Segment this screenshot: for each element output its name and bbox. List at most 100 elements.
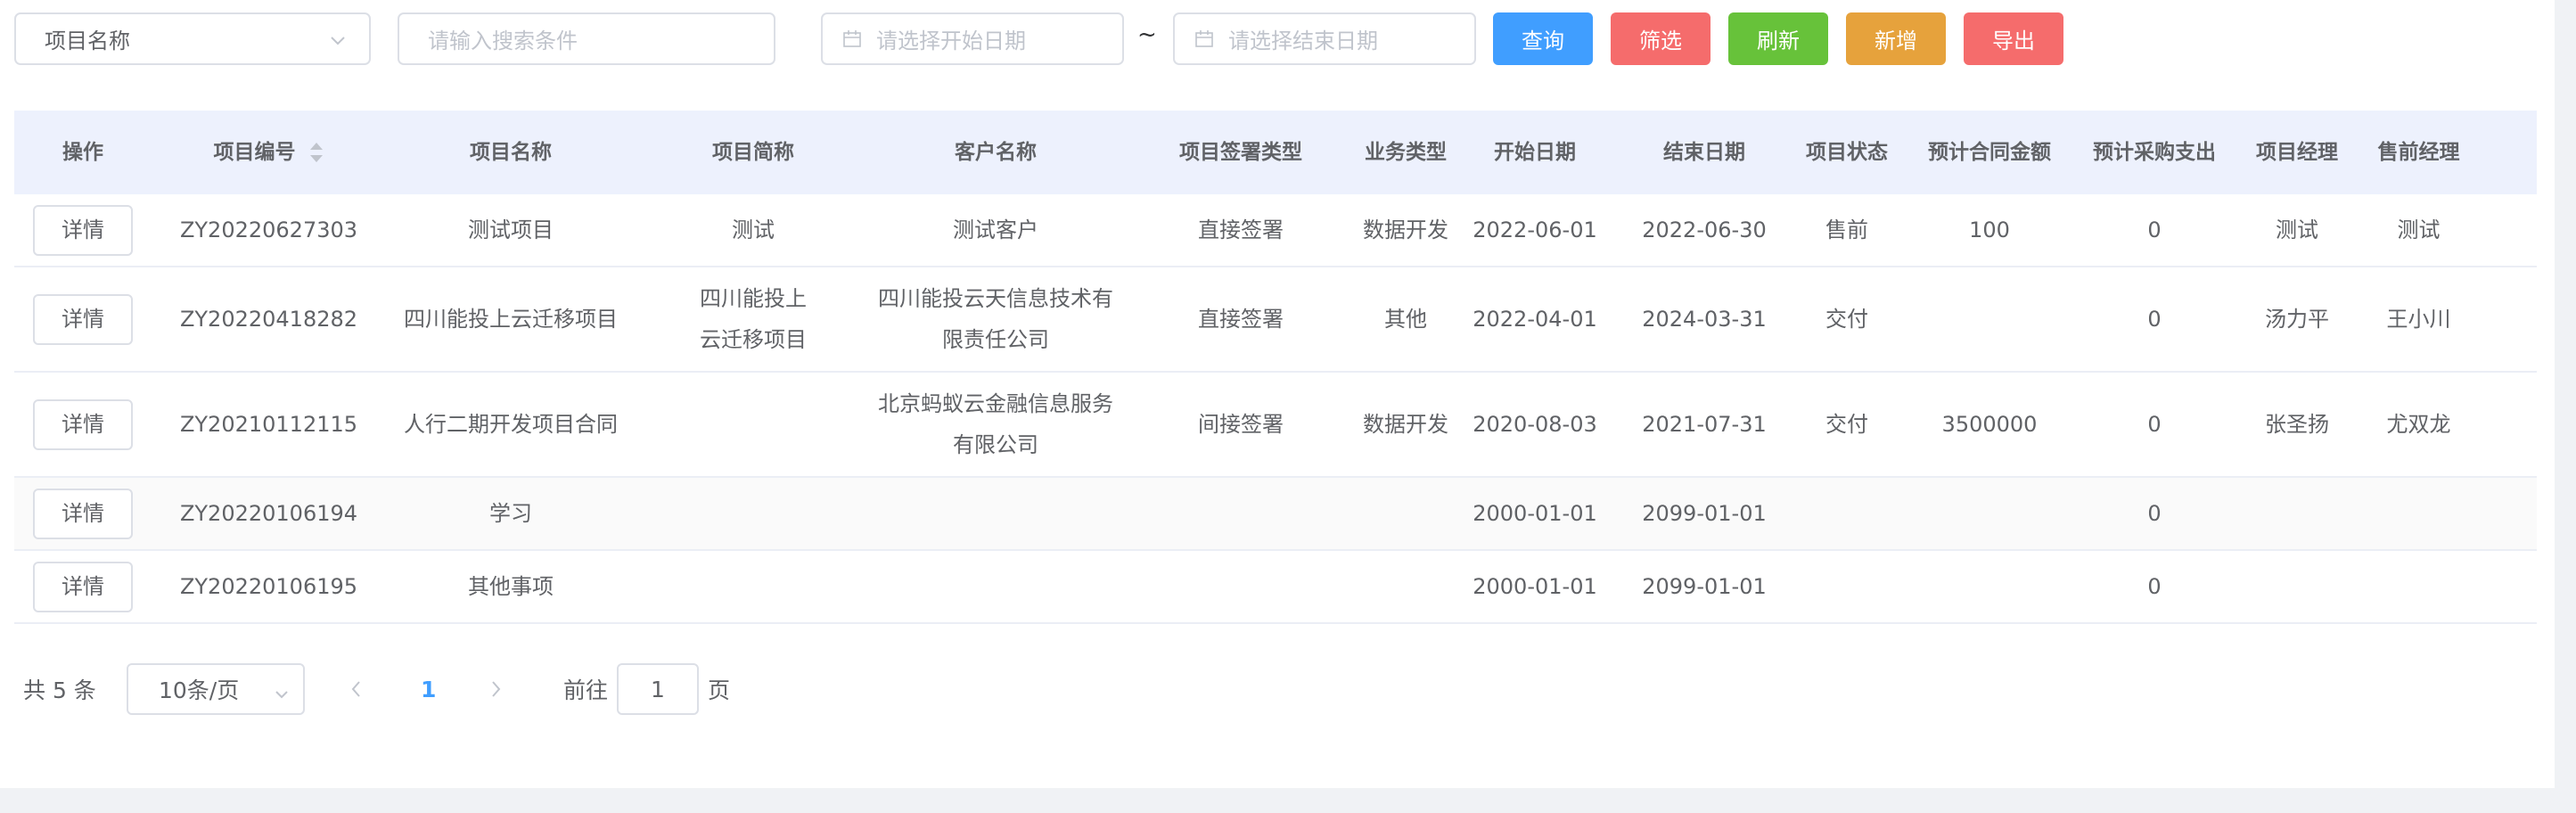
project-list-page: 项目名称 请输入搜索条件 请选择开始日期 ~ 请选择结束日期 查询 筛选 刷新 … xyxy=(0,0,2576,813)
refresh-button[interactable]: 刷新 xyxy=(1728,12,1828,65)
pagination-total: 共 5 条 xyxy=(23,678,96,703)
cell-project-manager: 张圣扬 xyxy=(2265,412,2329,437)
cell-customer: 北京蚂蚁云金融信息服务有限公司 xyxy=(878,391,1113,457)
end-date-picker[interactable]: 请选择结束日期 xyxy=(1173,12,1476,65)
cell-purchase: 0 xyxy=(2147,307,2162,332)
cell-name: 测试项目 xyxy=(468,218,554,242)
cell-biz-type: 数据开发 xyxy=(1363,218,1448,242)
table-row: 详情 ZY20220106195 其他事项 2000-01-01 2099-01… xyxy=(14,551,2537,624)
cell-purchase: 0 xyxy=(2147,412,2162,437)
detail-button[interactable]: 详情 xyxy=(33,398,133,450)
header-purchase: 预计采购支出 xyxy=(2093,141,2216,164)
cell-start-date: 2022-04-01 xyxy=(1473,307,1597,332)
cell-end-date: 2024-03-31 xyxy=(1642,307,1767,332)
cell-abbr: 四川能投上云迁移项目 xyxy=(700,286,807,352)
cell-status: 交付 xyxy=(1825,412,1868,437)
cell-biz-type: 其他 xyxy=(1384,307,1427,332)
header-project-no[interactable]: 项目编号 xyxy=(152,132,386,173)
sort-icon[interactable] xyxy=(308,142,324,163)
search-input[interactable]: 请输入搜索条件 xyxy=(398,12,775,65)
header-biz-type: 业务类型 xyxy=(1365,141,1447,164)
cell-sales-manager: 测试 xyxy=(2397,218,2441,242)
cell-start-date: 2000-01-01 xyxy=(1473,501,1597,526)
scrollbar-track[interactable] xyxy=(2555,0,2576,813)
cell-amount: 3500000 xyxy=(1941,412,2038,437)
cell-name: 四川能投上云迁移项目 xyxy=(404,307,618,332)
cell-sign-type: 直接签署 xyxy=(1198,218,1284,242)
table-row: 详情 ZY20220418282 四川能投上云迁移项目 四川能投上云迁移项目 四… xyxy=(14,267,2537,373)
cell-sign-type: 直接签署 xyxy=(1198,307,1284,332)
cell-project-no: ZY20220418282 xyxy=(179,307,358,332)
cell-status: 交付 xyxy=(1825,307,1868,332)
cell-name: 学习 xyxy=(489,501,532,526)
start-date-picker[interactable]: 请选择开始日期 xyxy=(821,12,1124,65)
cell-start-date: 2022-06-01 xyxy=(1473,218,1597,242)
goto-page-input[interactable]: 1 xyxy=(617,663,699,715)
header-project-manager: 项目经理 xyxy=(2256,141,2338,164)
cell-biz-type: 数据开发 xyxy=(1363,412,1448,437)
header-name: 项目名称 xyxy=(470,141,552,164)
table-header: 操作 项目编号 项目名称 项目简称 客户名称 项目签署类型 业务类型 开始日期 … xyxy=(14,111,2537,194)
table-row: 详情 ZY20220627303 测试项目 测试 测试客户 直接签署 数据开发 … xyxy=(14,194,2537,267)
cell-project-manager: 测试 xyxy=(2276,218,2318,242)
page-bottom-border xyxy=(0,788,2576,813)
cell-amount: 100 xyxy=(1969,218,2010,242)
header-sign-type: 项目签署类型 xyxy=(1179,141,1302,164)
calendar-icon xyxy=(1194,29,1214,49)
start-date-placeholder: 请选择开始日期 xyxy=(876,29,1026,53)
export-button[interactable]: 导出 xyxy=(1964,12,2063,65)
table-row: 详情 ZY20210112115 人行二期开发项目合同 北京蚂蚁云金融信息服务有… xyxy=(14,373,2537,478)
cell-project-no: ZY20220106194 xyxy=(179,501,358,526)
detail-button[interactable]: 详情 xyxy=(33,204,133,256)
search-field-select[interactable]: 项目名称 xyxy=(14,12,371,65)
header-start-date: 开始日期 xyxy=(1494,141,1576,164)
calendar-icon xyxy=(842,29,862,49)
cell-sign-type: 间接签署 xyxy=(1198,412,1284,437)
end-date-placeholder: 请选择结束日期 xyxy=(1228,29,1378,53)
cell-op: 详情 xyxy=(14,561,152,612)
cell-abbr: 测试 xyxy=(732,218,775,242)
page-size-select[interactable]: 10条/页 xyxy=(127,663,305,715)
detail-button[interactable]: 详情 xyxy=(33,488,133,539)
filter-button[interactable]: 筛选 xyxy=(1611,12,1710,65)
cell-sales-manager: 王小川 xyxy=(2386,307,2451,332)
date-range-separator: ~ xyxy=(1137,21,1157,48)
query-button[interactable]: 查询 xyxy=(1493,12,1593,65)
cell-op: 详情 xyxy=(14,204,152,256)
cell-end-date: 2021-07-31 xyxy=(1642,412,1767,437)
header-project-no-label: 项目编号 xyxy=(213,141,296,164)
page-unit-label: 页 xyxy=(708,678,731,703)
cell-op: 详情 xyxy=(14,398,152,450)
cell-purchase: 0 xyxy=(2147,501,2162,526)
chevron-down-icon xyxy=(273,683,291,709)
detail-button[interactable]: 详情 xyxy=(33,561,133,612)
next-page-icon[interactable] xyxy=(487,663,505,715)
search-input-placeholder: 请输入搜索条件 xyxy=(428,29,578,53)
cell-end-date: 2022-06-30 xyxy=(1642,218,1767,242)
chevron-down-icon xyxy=(328,30,348,55)
header-abbr: 项目简称 xyxy=(712,141,794,164)
cell-customer: 四川能投云天信息技术有限责任公司 xyxy=(878,286,1113,352)
add-button[interactable]: 新增 xyxy=(1846,12,1946,65)
header-amount: 预计合同金额 xyxy=(1928,141,2051,164)
search-field-value: 项目名称 xyxy=(45,29,130,53)
goto-label: 前往 xyxy=(563,678,609,703)
cell-project-no: ZY20220627303 xyxy=(179,218,358,242)
prev-page-icon[interactable] xyxy=(348,663,365,715)
header-sales-manager: 售前经理 xyxy=(2377,141,2460,164)
header-status: 项目状态 xyxy=(1806,141,1888,164)
page-number-current[interactable]: 1 xyxy=(421,663,436,715)
cell-project-no: ZY20220106195 xyxy=(179,574,358,599)
cell-op: 详情 xyxy=(14,488,152,539)
cell-start-date: 2000-01-01 xyxy=(1473,574,1597,599)
cell-purchase: 0 xyxy=(2147,574,2162,599)
cell-project-no: ZY20210112115 xyxy=(179,412,358,437)
page-size-value: 10条/页 xyxy=(159,678,240,703)
cell-end-date: 2099-01-01 xyxy=(1642,574,1767,599)
detail-button[interactable]: 详情 xyxy=(33,293,133,345)
cell-name: 其他事项 xyxy=(468,574,554,599)
table-row: 详情 ZY20220106194 学习 2000-01-01 2099-01-0… xyxy=(14,478,2537,551)
cell-op: 详情 xyxy=(14,293,152,345)
header-customer: 客户名称 xyxy=(955,141,1037,164)
cell-project-manager: 汤力平 xyxy=(2265,307,2329,332)
